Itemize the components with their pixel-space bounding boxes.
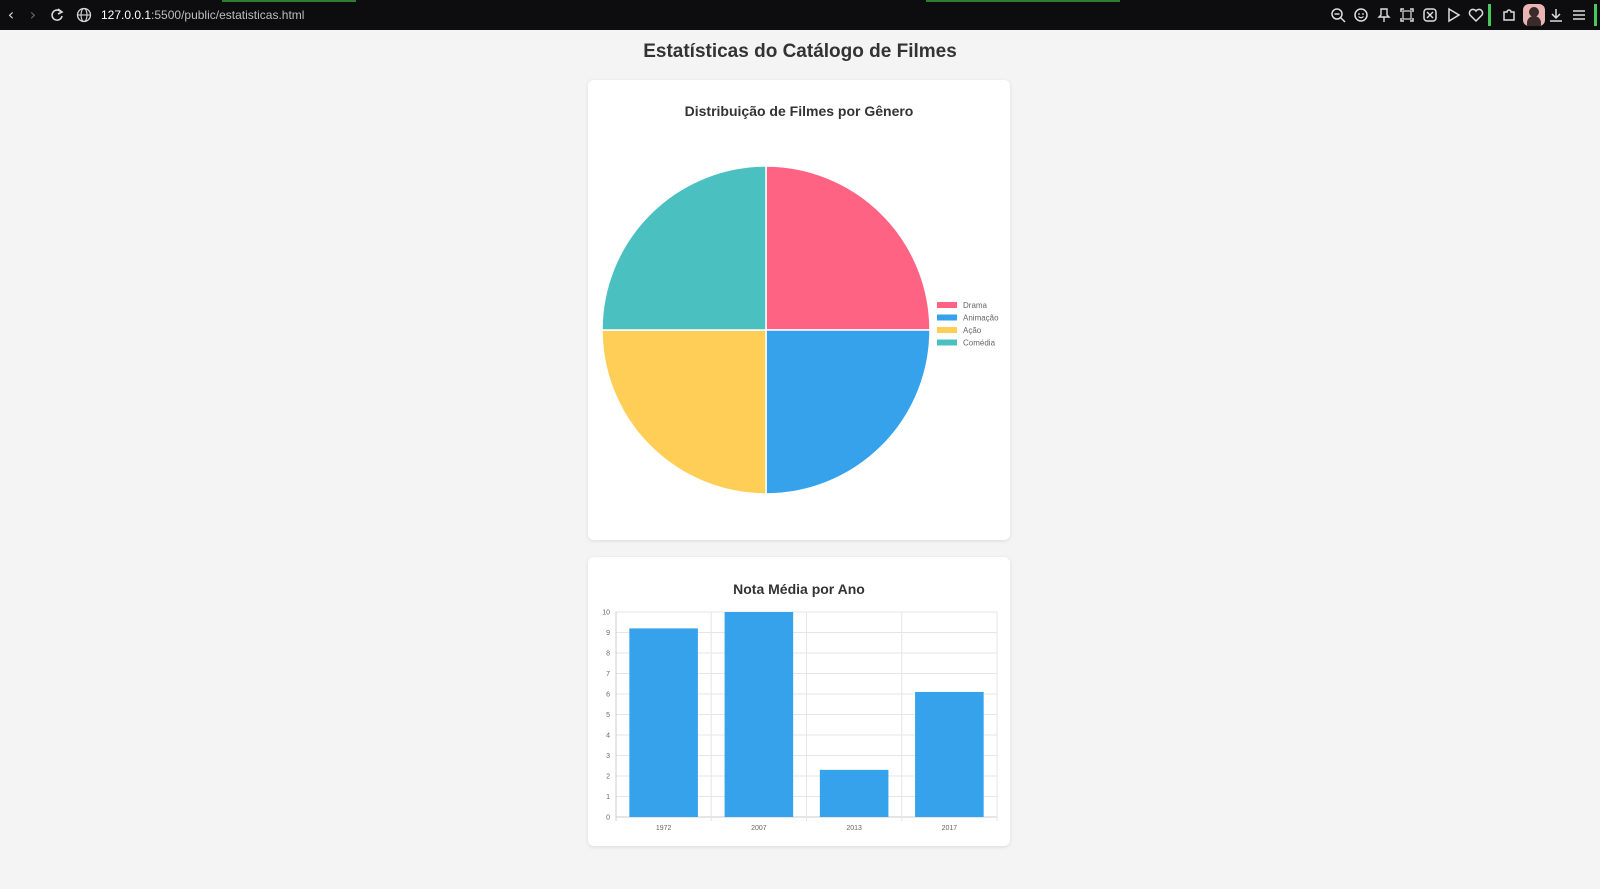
- x-tick-label: 1972: [656, 825, 672, 832]
- legend-swatch-acao[interactable]: [937, 327, 957, 333]
- pie-slice-acao[interactable]: [601, 329, 767, 495]
- y-tick-label: 5: [606, 712, 610, 719]
- pin-icon[interactable]: [1375, 6, 1393, 24]
- legend-label-drama[interactable]: Drama: [963, 301, 988, 310]
- pie-slice-animacao[interactable]: [765, 329, 931, 495]
- legend-swatch-drama[interactable]: [937, 302, 957, 308]
- genre-chart-card: Distribuição de Filmes por Gênero Drama A…: [588, 80, 1010, 540]
- pie-slice-drama[interactable]: [765, 165, 931, 331]
- x-tick-label: 2017: [942, 825, 958, 832]
- rating-chart-card: Nota Média por Ano 0 1 2 3 4 5 6 7 8 9 10 1972 2007 2…: [588, 557, 1010, 846]
- browser-toolbar: ‹ › 127.0.0.1:5500/public/estatisticas.h…: [0, 0, 1600, 30]
- x-tick-label: 2007: [751, 825, 767, 832]
- y-tick-label: 4: [606, 733, 610, 740]
- extensions-icon[interactable]: [1500, 6, 1518, 24]
- legend-swatch-comedia[interactable]: [937, 339, 957, 346]
- profile-avatar[interactable]: [1523, 4, 1545, 26]
- url-path: :5500/public/estatisticas.html: [151, 8, 305, 22]
- legend-swatch-animacao[interactable]: [937, 314, 957, 321]
- site-info-icon[interactable]: [76, 7, 92, 23]
- y-tick-label: 10: [602, 610, 610, 617]
- y-tick-label: 2: [606, 774, 610, 781]
- toolbar-edge-mark: [1594, 4, 1597, 26]
- y-tick-label: 0: [606, 815, 610, 822]
- reload-icon: [51, 8, 64, 21]
- legend-label-acao[interactable]: Ação: [963, 326, 982, 335]
- menu-icon[interactable]: [1570, 6, 1588, 24]
- play-icon[interactable]: [1444, 6, 1462, 24]
- y-tick-label: 9: [606, 630, 610, 637]
- rating-bar-chart: 0 1 2 3 4 5 6 7 8 9 10 1972 2007 2013 2017: [602, 610, 998, 832]
- back-button[interactable]: ‹: [0, 4, 22, 26]
- address-bar[interactable]: 127.0.0.1:5500/public/estatisticas.html: [101, 7, 304, 23]
- toolbar-separator: [1488, 4, 1491, 26]
- legend-label-comedia[interactable]: Comédia: [963, 339, 996, 348]
- y-tick-label: 8: [606, 651, 610, 658]
- heart-icon[interactable]: [1467, 6, 1485, 24]
- y-tick-label: 3: [606, 753, 610, 760]
- forward-button[interactable]: ›: [22, 4, 44, 26]
- shield-icon[interactable]: [1421, 6, 1439, 24]
- url-host: 127.0.0.1: [101, 8, 152, 22]
- genre-pie-chart: Drama Animação Ação Comédia: [601, 165, 999, 495]
- loading-progress-indicator-secondary: [926, 0, 1120, 2]
- y-tick-label: 1: [606, 794, 610, 801]
- bar-2007[interactable]: [724, 612, 794, 817]
- y-tick-label: 7: [606, 671, 610, 678]
- bar-1972[interactable]: [629, 628, 698, 817]
- download-icon[interactable]: [1547, 6, 1565, 24]
- bar-2013[interactable]: [819, 769, 889, 817]
- emoji-icon[interactable]: [1352, 6, 1370, 24]
- pie-slice-comedia[interactable]: [601, 165, 767, 331]
- zoom-out-icon[interactable]: [1329, 6, 1347, 24]
- reload-button[interactable]: [46, 4, 68, 26]
- y-tick-label: 6: [606, 692, 610, 699]
- legend-label-animacao[interactable]: Animação: [963, 314, 999, 323]
- bar-2017[interactable]: [915, 691, 984, 817]
- page-title: Estatísticas do Catálogo de Filmes: [643, 41, 957, 62]
- x-tick-label: 2013: [846, 825, 862, 832]
- loading-progress-indicator: [222, 0, 356, 2]
- screenshot-icon[interactable]: [1398, 6, 1416, 24]
